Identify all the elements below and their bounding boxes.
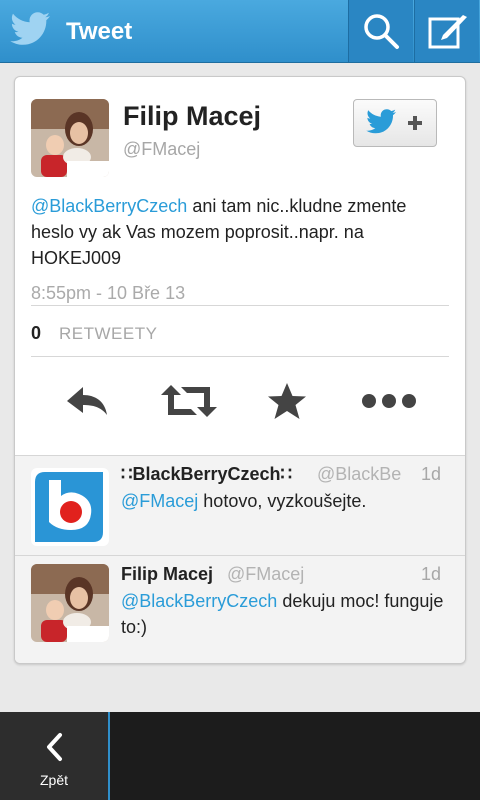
twitter-bird-icon (10, 12, 51, 45)
compose-button[interactable] (414, 0, 479, 62)
retweet-label[interactable]: RETWEETY (59, 324, 157, 344)
reply-time: 1d (421, 464, 442, 484)
reply-author-name[interactable]: ∷BlackBerryCzech∷ (121, 464, 292, 485)
reply-icon (67, 387, 107, 415)
more-icon (362, 394, 416, 408)
retweet-icon (161, 385, 217, 417)
reply-button[interactable] (55, 377, 115, 425)
top-bar: Tweet (0, 0, 480, 63)
avatar[interactable] (31, 564, 109, 642)
tweet-text: @BlackBerryCzech ani tam nic..kludne zme… (31, 193, 451, 271)
reply-author-handle[interactable]: @BlackBe (317, 464, 407, 485)
bottom-action-bar: Zpět (0, 712, 480, 800)
retweet-count[interactable]: 0 (31, 323, 41, 344)
retweet-button[interactable] (153, 377, 217, 425)
favorite-icon (268, 383, 306, 419)
tweet-author-name[interactable]: Filip Macej (123, 101, 261, 132)
mention-link[interactable]: @BlackBerryCzech (121, 591, 277, 611)
blackberry-logo-avatar[interactable] (31, 468, 109, 546)
tweet-card: Filip Macej @FMacej @BlackBerryCzech ani… (14, 76, 466, 664)
search-button[interactable] (348, 0, 413, 62)
tweet-author-handle[interactable]: @FMacej (123, 139, 200, 160)
favorite-button[interactable] (257, 377, 317, 425)
page-title: Tweet (66, 18, 133, 45)
follow-bird-plus-icon (366, 109, 422, 134)
tweet-timestamp: 8:55pm - 10 Bře 13 (31, 283, 186, 303)
follow-button[interactable] (353, 99, 437, 147)
reply-author-handle[interactable]: @FMacej (227, 564, 347, 585)
more-button[interactable] (351, 377, 421, 425)
chevron-left-icon (47, 733, 62, 761)
back-button[interactable]: Zpět (0, 712, 110, 800)
reply-body: hotovo, vyzkoušejte. (198, 491, 367, 511)
divider (31, 305, 449, 306)
reply-item[interactable]: Filip Macej @FMacej 1d @BlackBerryCzech … (15, 555, 465, 663)
search-icon (364, 14, 399, 49)
divider (31, 356, 449, 357)
mention-link[interactable]: @FMacej (121, 491, 198, 511)
reply-item[interactable]: ∷BlackBerryCzech∷ @BlackBe 1d @FMacej ho… (15, 455, 465, 556)
mention-link[interactable]: @BlackBerryCzech (31, 196, 187, 216)
reply-author-name[interactable]: Filip Macej (121, 564, 213, 585)
avatar[interactable] (31, 99, 109, 177)
back-label: Zpět (39, 772, 68, 788)
compose-icon (428, 15, 467, 49)
reply-text: @FMacej hotovo, vyzkoušejte. (121, 488, 451, 514)
reply-text: @BlackBerryCzech dekuju moc! funguje to:… (121, 588, 451, 640)
reply-time: 1d (421, 564, 442, 584)
